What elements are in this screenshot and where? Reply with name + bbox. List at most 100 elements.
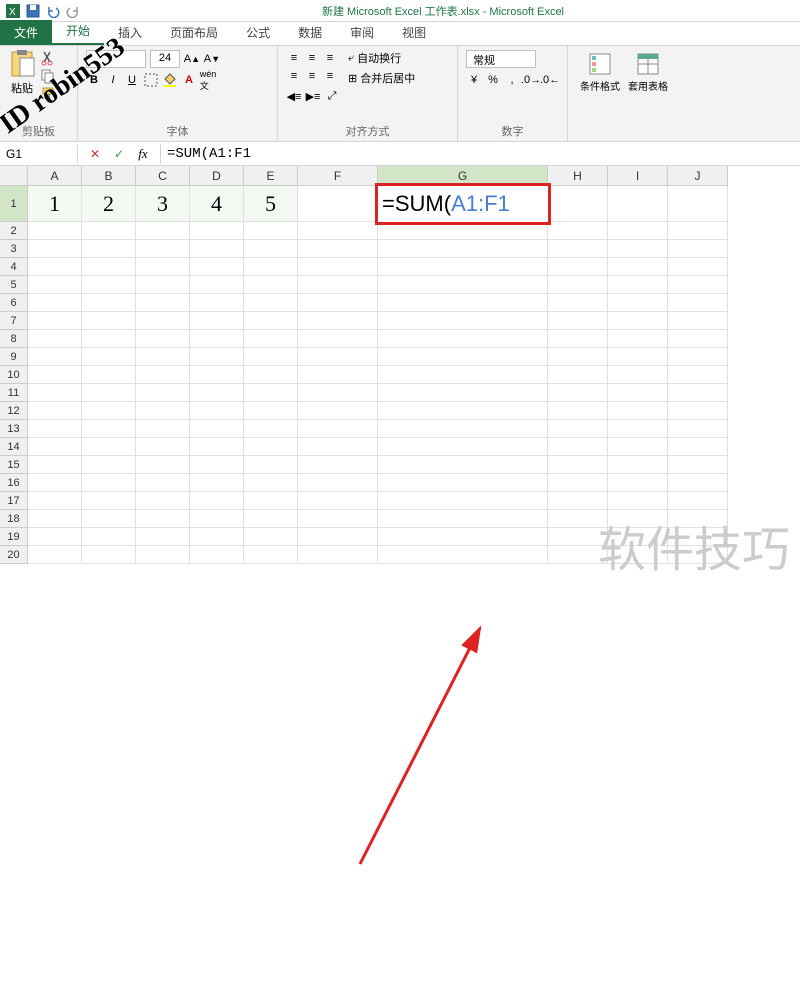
cell-C17[interactable]	[136, 492, 190, 510]
cell-B15[interactable]	[82, 456, 136, 474]
cell-I19[interactable]	[608, 528, 668, 546]
cell-I10[interactable]	[608, 366, 668, 384]
decrease-decimal-icon[interactable]: .0←	[542, 72, 558, 88]
phonetic-icon[interactable]: wén文	[200, 72, 216, 88]
italic-button[interactable]: I	[105, 72, 121, 88]
number-format-select[interactable]: 常规	[466, 50, 536, 68]
cell-C15[interactable]	[136, 456, 190, 474]
row-header-5[interactable]: 5	[0, 276, 28, 294]
cell-A14[interactable]	[28, 438, 82, 456]
cell-J16[interactable]	[668, 474, 728, 492]
cell-J18[interactable]	[668, 510, 728, 528]
cell-J4[interactable]	[668, 258, 728, 276]
cell-A11[interactable]	[28, 384, 82, 402]
cell-B19[interactable]	[82, 528, 136, 546]
cell-G6[interactable]	[378, 294, 548, 312]
cell-A9[interactable]	[28, 348, 82, 366]
cell-F2[interactable]	[298, 222, 378, 240]
cell-C9[interactable]	[136, 348, 190, 366]
copy-icon[interactable]	[40, 68, 56, 84]
cell-D1[interactable]: 4	[190, 186, 244, 222]
cell-G7[interactable]	[378, 312, 548, 330]
column-header-J[interactable]: J	[668, 166, 728, 186]
cell-C16[interactable]	[136, 474, 190, 492]
fx-icon[interactable]: fx	[134, 145, 152, 163]
cell-H19[interactable]	[548, 528, 608, 546]
cell-D12[interactable]	[190, 402, 244, 420]
decrease-indent-icon[interactable]: ◀≡	[286, 88, 302, 104]
cell-C14[interactable]	[136, 438, 190, 456]
cell-E11[interactable]	[244, 384, 298, 402]
tab-data[interactable]: 数据	[284, 20, 336, 45]
cell-E20[interactable]	[244, 546, 298, 564]
cell-G14[interactable]	[378, 438, 548, 456]
cell-C4[interactable]	[136, 258, 190, 276]
cell-I4[interactable]	[608, 258, 668, 276]
cell-A18[interactable]	[28, 510, 82, 528]
cell-E4[interactable]	[244, 258, 298, 276]
cell-C18[interactable]	[136, 510, 190, 528]
tab-view[interactable]: 视图	[388, 20, 440, 45]
comma-icon[interactable]: ,	[504, 72, 520, 88]
cell-D19[interactable]	[190, 528, 244, 546]
increase-indent-icon[interactable]: ▶≡	[305, 88, 321, 104]
cell-A7[interactable]	[28, 312, 82, 330]
row-header-9[interactable]: 9	[0, 348, 28, 366]
cell-G11[interactable]	[378, 384, 548, 402]
border-icon[interactable]	[143, 72, 159, 88]
cell-C13[interactable]	[136, 420, 190, 438]
cell-E7[interactable]	[244, 312, 298, 330]
cell-I2[interactable]	[608, 222, 668, 240]
wrap-text-button[interactable]: ⤶自动换行	[348, 50, 415, 66]
cell-G12[interactable]	[378, 402, 548, 420]
align-center-icon[interactable]: ≡	[304, 68, 320, 84]
cell-E14[interactable]	[244, 438, 298, 456]
increase-font-icon[interactable]: A▲	[184, 51, 200, 67]
tab-insert[interactable]: 插入	[104, 20, 156, 45]
tab-review[interactable]: 审阅	[336, 20, 388, 45]
cell-E9[interactable]	[244, 348, 298, 366]
cell-B3[interactable]	[82, 240, 136, 258]
cells-area[interactable]: =SUM(A1:F1 12345	[28, 186, 728, 564]
paste-button[interactable]: 粘贴	[8, 50, 36, 96]
cell-A1[interactable]: 1	[28, 186, 82, 222]
cell-G16[interactable]	[378, 474, 548, 492]
cell-F4[interactable]	[298, 258, 378, 276]
cell-A19[interactable]	[28, 528, 82, 546]
formula-bar[interactable]: =SUM(A1:F1	[160, 144, 800, 164]
cell-E17[interactable]	[244, 492, 298, 510]
cell-I20[interactable]	[608, 546, 668, 564]
cell-A20[interactable]	[28, 546, 82, 564]
cell-H6[interactable]	[548, 294, 608, 312]
cell-F19[interactable]	[298, 528, 378, 546]
cell-A8[interactable]	[28, 330, 82, 348]
format-table-button[interactable]: 套用表格	[624, 50, 672, 95]
cell-C6[interactable]	[136, 294, 190, 312]
cell-J2[interactable]	[668, 222, 728, 240]
cell-F8[interactable]	[298, 330, 378, 348]
cell-D5[interactable]	[190, 276, 244, 294]
save-icon[interactable]	[26, 4, 40, 18]
row-header-11[interactable]: 11	[0, 384, 28, 402]
cell-I15[interactable]	[608, 456, 668, 474]
cell-D10[interactable]	[190, 366, 244, 384]
cell-F13[interactable]	[298, 420, 378, 438]
column-header-F[interactable]: F	[298, 166, 378, 186]
cell-A12[interactable]	[28, 402, 82, 420]
cell-D8[interactable]	[190, 330, 244, 348]
cell-B5[interactable]	[82, 276, 136, 294]
cell-A10[interactable]	[28, 366, 82, 384]
name-box[interactable]: G1	[0, 145, 78, 163]
cell-D17[interactable]	[190, 492, 244, 510]
cell-H14[interactable]	[548, 438, 608, 456]
cell-I1[interactable]	[608, 186, 668, 222]
cell-F11[interactable]	[298, 384, 378, 402]
cell-B17[interactable]	[82, 492, 136, 510]
cell-F14[interactable]	[298, 438, 378, 456]
align-top-icon[interactable]: ≡	[286, 50, 302, 66]
select-all-corner[interactable]	[0, 166, 28, 186]
increase-decimal-icon[interactable]: .0→	[523, 72, 539, 88]
cell-J3[interactable]	[668, 240, 728, 258]
row-header-10[interactable]: 10	[0, 366, 28, 384]
cell-F3[interactable]	[298, 240, 378, 258]
